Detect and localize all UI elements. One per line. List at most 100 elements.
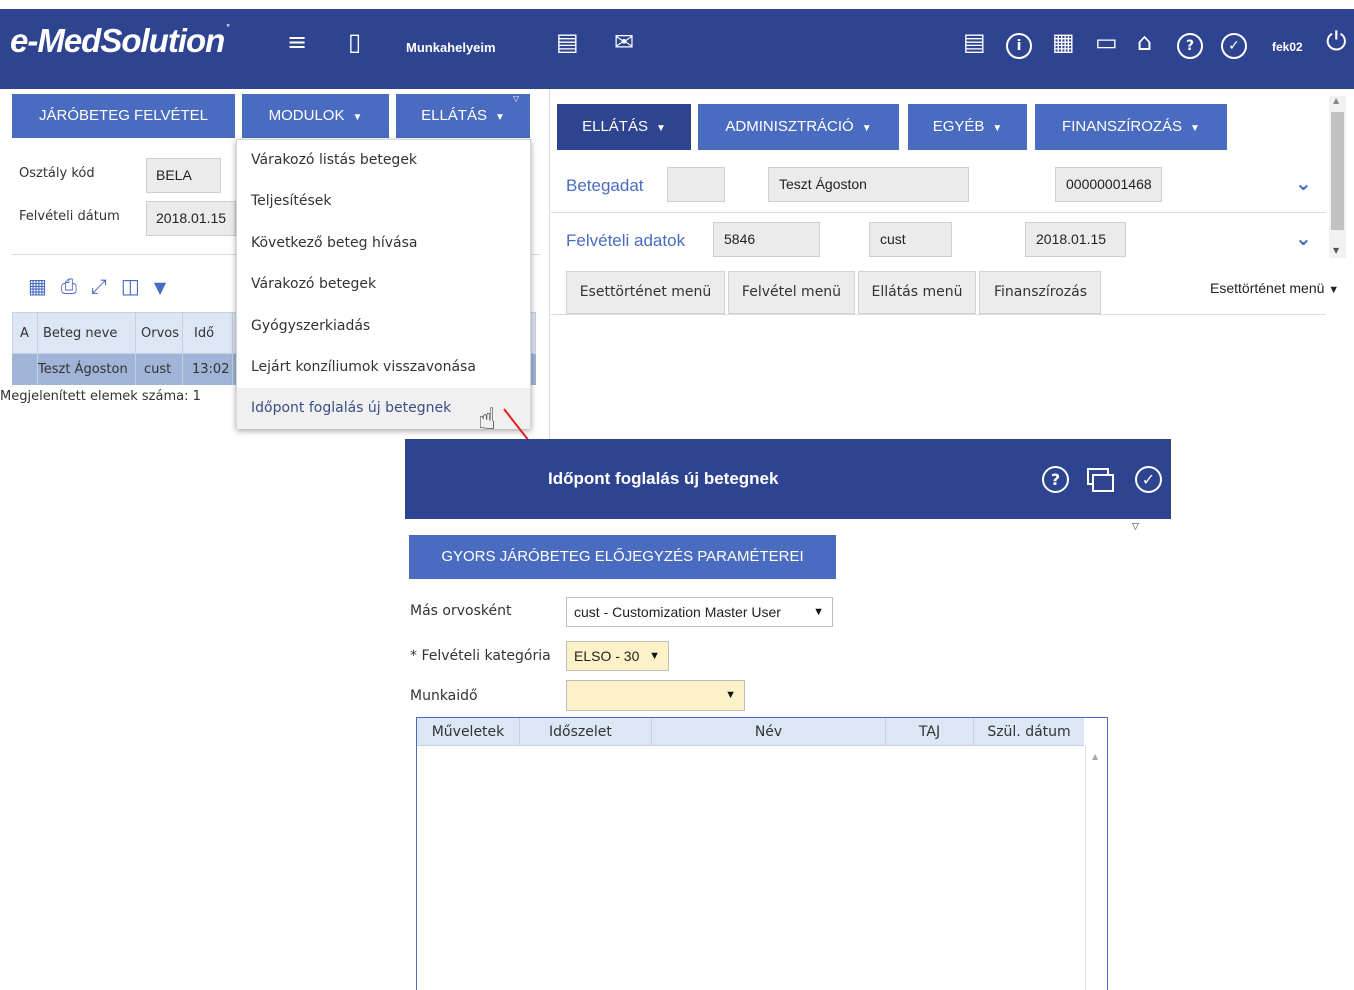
logo-mark: °	[226, 22, 229, 32]
patient-name-cell[interactable]: Teszt Ágoston	[38, 362, 128, 377]
other-doctor-select[interactable]: cust - Customization Master User ▼	[566, 597, 833, 627]
outpatient-admission-button[interactable]: JÁRÓBETEG FELVÉTEL	[12, 94, 235, 138]
print-icon[interactable]: ⎙	[61, 274, 77, 298]
other-doctor-value: cust - Customization Master User	[574, 604, 781, 620]
help-icon[interactable]: ?	[1042, 466, 1069, 493]
tab-case-history[interactable]: Esettörténet menü	[566, 271, 725, 314]
document-clock-icon[interactable]: ▤	[963, 30, 986, 54]
grid-col-separator	[135, 312, 136, 385]
quick-booking-params-button[interactable]: GYORS JÁRÓBETEG ELŐJEGYZÉS PARAMÉTEREI	[409, 535, 836, 579]
patient-data-field-empty[interactable]	[667, 167, 725, 202]
booking-grid: Műveletek Időszelet Név TAJ Szül. dátum …	[416, 717, 1108, 990]
financing-menu-button[interactable]: FINANSZÍROZÁS ▼	[1035, 104, 1227, 150]
collapse-icon[interactable]: ▽	[1132, 522, 1139, 532]
grid-toolbar: ▦ ⎙ ⤢ ◫ ▼	[28, 274, 180, 298]
calculator-icon[interactable]: ▦	[1052, 30, 1075, 54]
menu-item-expired-consults[interactable]: Lejárt konzíliumok visszavonása	[251, 359, 476, 375]
doctor-cell[interactable]: cust	[144, 362, 171, 377]
menu-item-waiting-list[interactable]: Várakozó listás betegek	[251, 152, 417, 168]
outpatient-admission-label: JÁRÓBETEG FELVÉTEL	[39, 107, 208, 124]
chevron-down-icon: ▼	[655, 123, 666, 134]
quick-booking-params-label: GYORS JÁRÓBETEG ELŐJEGYZÉS PARAMÉTEREI	[441, 548, 804, 565]
time-cell[interactable]: 13:02	[192, 362, 229, 377]
logo-text: e-MedSolution	[10, 22, 225, 59]
menu-item-call-next[interactable]: Következő beteg hívása	[251, 235, 417, 251]
scroll-up-icon[interactable]: ▲	[1092, 752, 1098, 761]
chevron-down-icon[interactable]: ⌄	[1295, 226, 1312, 250]
chevron-down-icon: ▼	[352, 112, 363, 123]
scroll-down-icon[interactable]: ▼	[1333, 246, 1339, 255]
envelope-icon[interactable]: ✉	[614, 30, 634, 54]
chevron-down-icon: ▼	[861, 123, 872, 134]
admission-date-right-field[interactable]: 2018.01.15	[1025, 222, 1126, 257]
col-header-doctor[interactable]: Orvos	[141, 326, 179, 341]
col-header-birthdate[interactable]: Szül. dátum	[974, 718, 1084, 746]
menu-item-medication[interactable]: Gyógyszerkiadás	[251, 318, 370, 334]
tab-select[interactable]: Esettörténet menü ▼	[1210, 280, 1339, 296]
col-header-a[interactable]: A	[20, 326, 29, 341]
modules-menu-button[interactable]: MODULOK ▼	[242, 94, 389, 138]
exit-door-icon[interactable]: ▯	[348, 30, 361, 54]
col-header-timeslot[interactable]: Időszelet	[520, 718, 643, 746]
menu-item-new-patient-booking[interactable]: Időpont foglalás új betegnek	[251, 400, 451, 416]
scrollbar-thumb[interactable]	[1331, 112, 1344, 230]
administration-menu-button[interactable]: ADMINISZTRÁCIÓ ▼	[698, 104, 899, 150]
working-time-label: Munkaidő	[410, 688, 478, 704]
home-icon[interactable]: ⌂	[1137, 30, 1152, 54]
admission-user-field[interactable]: cust	[869, 222, 952, 257]
admission-number-field[interactable]: 5846	[713, 222, 820, 257]
help-icon[interactable]: ?	[1177, 33, 1203, 59]
trash-icon[interactable]: ◫	[121, 274, 140, 298]
admission-category-select[interactable]: ELSO - 30 ▼	[566, 641, 669, 671]
administration-menu-label: ADMINISZTRÁCIÓ	[725, 118, 854, 135]
col-header-taj[interactable]: TAJ	[886, 718, 973, 746]
menu-item-waiting-patients[interactable]: Várakozó betegek	[251, 276, 376, 292]
dropdown-arrow-icon: ▼	[813, 606, 824, 618]
modal-title: Időpont foglalás új betegnek	[548, 469, 779, 488]
tab-admission[interactable]: Felvétel menü	[728, 271, 855, 314]
admission-date-field[interactable]: 2018.01.15	[146, 201, 236, 236]
other-doctor-label: Más orvosként	[410, 603, 512, 619]
tab-baseline	[551, 314, 1326, 315]
hand-cursor-icon: ☝	[478, 402, 497, 437]
chevron-down-icon[interactable]: ⌄	[1295, 171, 1312, 195]
admission-data-label: Felvételi adatok	[566, 231, 686, 250]
col-header-name[interactable]: Név	[652, 718, 885, 746]
collapse-icon[interactable]: ▽	[513, 94, 519, 103]
col-header-patient[interactable]: Beteg neve	[43, 326, 117, 341]
check-icon[interactable]: ✓	[1221, 33, 1247, 59]
app-logo[interactable]: e-MedSolution °	[10, 22, 230, 60]
lock-icon[interactable]: ▭	[1095, 30, 1118, 54]
caret-down-icon[interactable]: ▼	[154, 278, 166, 297]
chevron-down-icon: ▼	[992, 123, 1003, 134]
working-time-select[interactable]: ▼	[566, 680, 745, 711]
menu-item-performances[interactable]: Teljesítések	[251, 193, 331, 209]
expand-icon[interactable]: ⤢	[91, 274, 107, 298]
admission-date-label: Felvételi dátum	[19, 209, 120, 224]
admission-category-label: * Felvételi kategória	[410, 648, 551, 664]
booking-grid-scrollbar[interactable]: ▲	[1085, 746, 1107, 990]
patient-id-field[interactable]: 00000001468	[1055, 167, 1162, 202]
patient-name-field[interactable]: Teszt Ágoston	[768, 167, 969, 202]
care-menu-button[interactable]: ELLÁTÁS ▼	[396, 94, 530, 138]
tab-select-value: Esettörténet menü	[1210, 280, 1325, 296]
workplaces-link[interactable]: Munkahelyeim	[406, 40, 496, 55]
scroll-up-icon[interactable]: ▲	[1333, 96, 1339, 105]
right-care-menu-button[interactable]: ELLÁTÁS ▼	[557, 104, 691, 150]
tab-financing[interactable]: Finanszírozás	[979, 271, 1101, 314]
power-icon[interactable]: ⏻	[1326, 29, 1347, 55]
other-menu-button[interactable]: EGYÉB ▼	[908, 104, 1027, 150]
table-icon[interactable]: ▦	[28, 274, 47, 298]
info-icon[interactable]: i	[1006, 33, 1032, 59]
col-header-time[interactable]: Idő	[194, 326, 214, 341]
other-menu-label: EGYÉB	[932, 118, 985, 135]
clipboard-icon[interactable]: ▤	[556, 30, 579, 54]
col-header-operations[interactable]: Műveletek	[417, 718, 519, 746]
department-code-field[interactable]: BELA	[146, 158, 221, 193]
patient-data-label: Betegadat	[566, 176, 644, 195]
item-count-text: Megjelenített elemek száma: 1	[0, 389, 201, 404]
person-list-icon[interactable]: ≡	[287, 30, 307, 54]
tab-care[interactable]: Ellátás menü	[858, 271, 976, 314]
window-icon[interactable]	[1085, 466, 1115, 493]
check-icon[interactable]: ✓	[1135, 466, 1162, 493]
